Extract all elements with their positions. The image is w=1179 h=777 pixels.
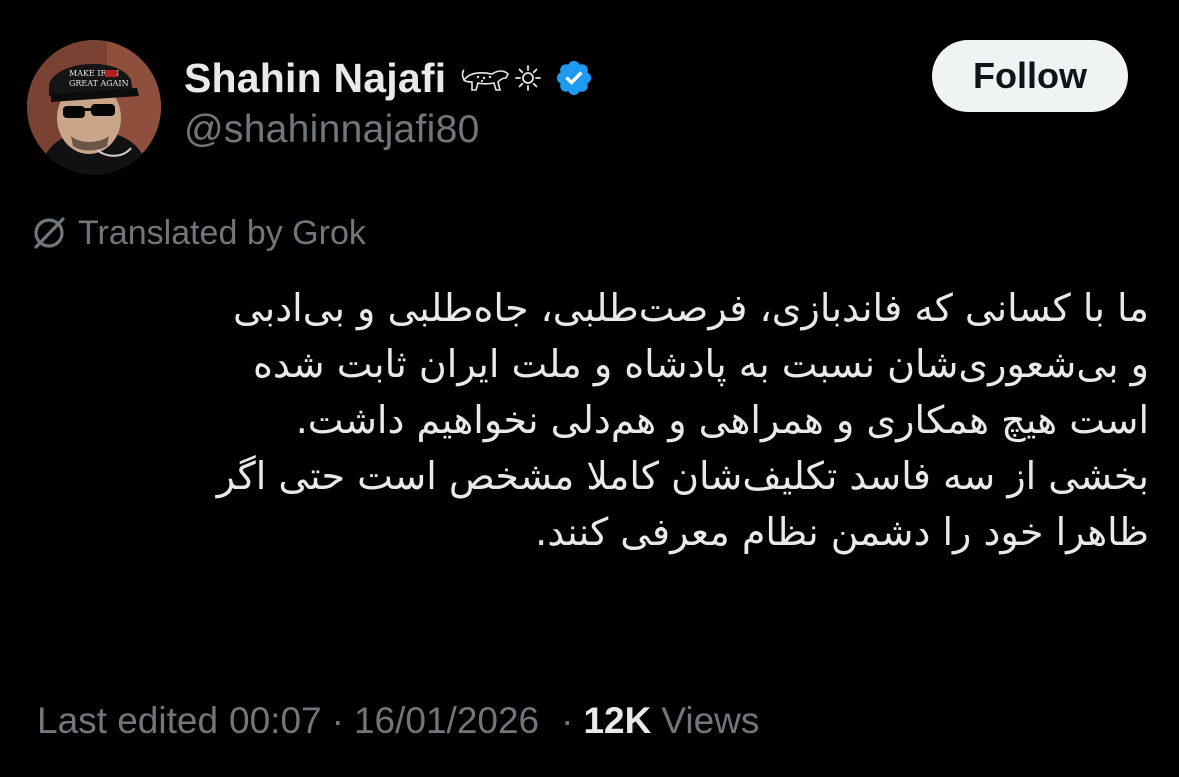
tweet-line: و بی‌شعوری‌شان نسبت به پادشاه و ملت ایرا… [252,342,1149,386]
sun-emoji-icon [514,64,542,92]
author-name-row[interactable]: Shahin Najafi [184,52,594,104]
views-count[interactable]: 12K [583,700,651,742]
display-name[interactable]: Shahin Najafi [184,55,446,102]
translated-label: Translated by Grok [78,213,366,252]
svg-text:GREAT AGAIN: GREAT AGAIN [69,79,129,88]
tweet-line: ما با کسانی که فاندبازی، فرصت‌طلبی، جاه‌… [233,286,1149,330]
tweet-time[interactable]: 00:07 [229,700,322,742]
translation-notice[interactable]: Translated by Grok [30,213,366,253]
avatar[interactable]: MAKE IRAN GREAT AGAIN [27,40,161,174]
follow-button[interactable]: Follow [932,40,1128,112]
grok-icon [30,214,68,252]
meta-separator: · [561,700,574,741]
edited-label[interactable]: Last edited [37,700,218,742]
tweet-line: بخشی از سه فاسد تکلیف‌شان کاملا مشخص است… [216,454,1149,498]
verified-badge-icon[interactable] [554,58,594,98]
tweet-line: است هیچ همکاری و همراهی و هم‌دلی نخواهیم… [295,398,1149,442]
cheetah-emoji-icon [460,64,512,92]
tweet-line: ظاهرا خود را دشمن نظام معرفی کنند. [535,510,1149,554]
avatar-image: MAKE IRAN GREAT AGAIN [27,40,161,174]
views-label[interactable]: Views [661,700,759,742]
tweet-meta: Last edited 00:07 · 16/01/2026 · 12K Vie… [37,696,759,746]
tweet-text: ما با کسانی که فاندبازی، فرصت‌طلبی، جاه‌… [32,280,1149,560]
tweet-date[interactable]: 16/01/2026 [354,700,539,742]
author-handle[interactable]: @shahinnajafi80 [184,108,480,152]
meta-separator: · [331,700,344,741]
